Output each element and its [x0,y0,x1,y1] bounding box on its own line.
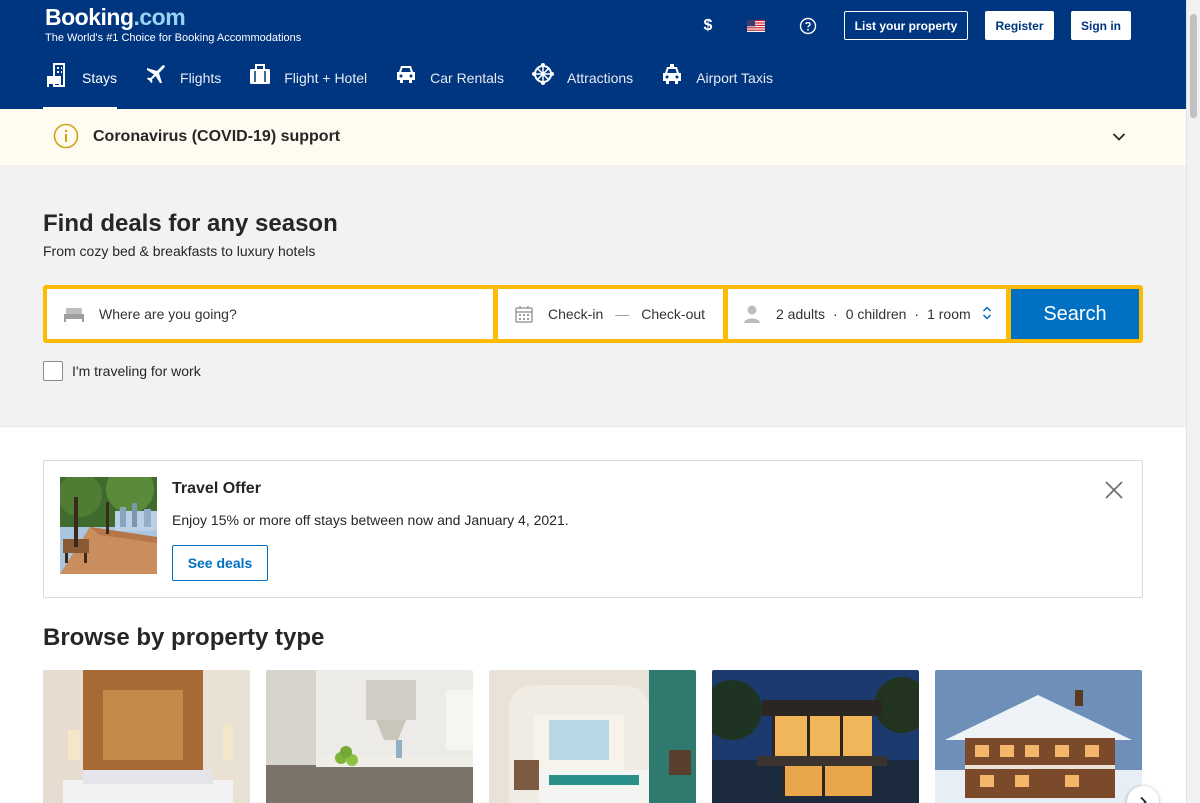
list-property-button[interactable]: List your property [844,11,968,40]
info-icon [53,123,79,149]
rooms-count: 1 room [927,306,971,322]
guests-selector[interactable]: 2 adults · 0 children · 1 room [728,289,1006,339]
plane-icon [147,65,165,83]
search-bar: Where are you going? Check-in — Check-ou… [43,285,1143,343]
tab-label: Stays [82,70,118,86]
offer-description: Enjoy 15% or more off stays between now … [172,512,569,528]
question-icon[interactable] [799,14,817,38]
chevron-right-icon [1140,796,1147,803]
ferris-wheel-icon [532,63,555,85]
tab-label: Flight + Hotel [284,70,368,86]
separator: · [833,306,838,322]
page: Booking.com The World's #1 Choice for Bo… [0,0,1186,803]
page-scrollbar[interactable] [1186,0,1200,803]
wooden-chalet-photo[interactable] [935,670,1142,803]
register-button[interactable]: Register [985,11,1054,40]
brand-domain: .com [133,4,186,30]
product-tabs: Stays Flights Flight + Hotel Car Rentals… [43,60,797,109]
close-icon[interactable] [1104,480,1124,500]
separator: · [914,306,920,322]
work-travel-checkbox[interactable] [43,361,63,381]
modern-villa-photo[interactable] [712,670,919,803]
us-flag-icon[interactable] [747,14,765,38]
tab-airport-taxis[interactable]: Airport Taxis [657,60,773,108]
tab-label: Flights [180,70,222,86]
search-button[interactable]: Search [1011,289,1139,339]
logo[interactable]: Booking.com The World's #1 Choice for Bo… [45,4,301,44]
work-travel-label: I'm traveling for work [72,363,201,379]
work-travel-option[interactable]: I'm traveling for work [43,361,201,381]
date-picker[interactable]: Check-in — Check-out [498,289,723,339]
currency-selector[interactable]: $ [698,14,718,38]
apartment-kitchen-photo[interactable] [266,670,473,803]
sign-in-button[interactable]: Sign in [1071,11,1131,40]
browse-title: Browse by property type [43,624,325,651]
property-type-carousel [43,670,1158,803]
see-deals-button[interactable]: See deals [172,545,268,581]
up-down-arrows-icon [982,306,992,320]
hero-search-section: Find deals for any season From cozy bed … [0,165,1186,427]
resort-room-photo[interactable] [489,670,696,803]
covid-text: Coronavirus (COVID-19) support [93,128,341,145]
car-icon [397,66,416,83]
tab-flight-hotel[interactable]: Flight + Hotel [245,60,367,108]
tab-label: Car Rentals [430,70,505,86]
tab-attractions[interactable]: Attractions [528,60,633,108]
tab-stays[interactable]: Stays [43,60,118,109]
offer-image [60,477,157,574]
tagline: The World's #1 Choice for Booking Accomm… [45,32,302,44]
tab-car-rentals[interactable]: Car Rentals [391,60,504,108]
tab-label: Airport Taxis [696,70,773,86]
travel-offer-card: Travel Offer Enjoy 15% or more off stays… [43,460,1143,598]
tab-flights[interactable]: Flights [141,60,221,108]
offer-title: Travel Offer [172,480,261,497]
date-separator: — [615,306,630,322]
scrollbar-thumb[interactable] [1190,14,1197,118]
hotel-bedroom-photo[interactable] [43,670,250,803]
check-in-label: Check-in [548,306,604,322]
hero-subtitle: From cozy bed & breakfasts to luxury hot… [43,243,316,259]
suitcase-icon [250,64,271,84]
children-count: 0 children [845,306,907,322]
check-out-label: Check-out [641,306,706,322]
chevron-down-icon[interactable] [1111,129,1127,145]
destination-placeholder: Where are you going? [99,306,237,322]
bed-building-icon [47,63,65,87]
calendar-icon [515,306,533,323]
brand-name: Booking [45,4,134,30]
hero-title: Find deals for any season [43,210,338,237]
taxi-icon [663,64,682,84]
destination-input[interactable]: Where are you going? [47,289,493,339]
adults-count: 2 adults [776,306,826,322]
header: Booking.com The World's #1 Choice for Bo… [0,0,1186,109]
bed-icon [64,308,84,322]
tab-label: Attractions [567,70,634,86]
person-icon [744,305,760,323]
covid-banner[interactable]: Coronavirus (COVID-19) support [0,109,1186,165]
